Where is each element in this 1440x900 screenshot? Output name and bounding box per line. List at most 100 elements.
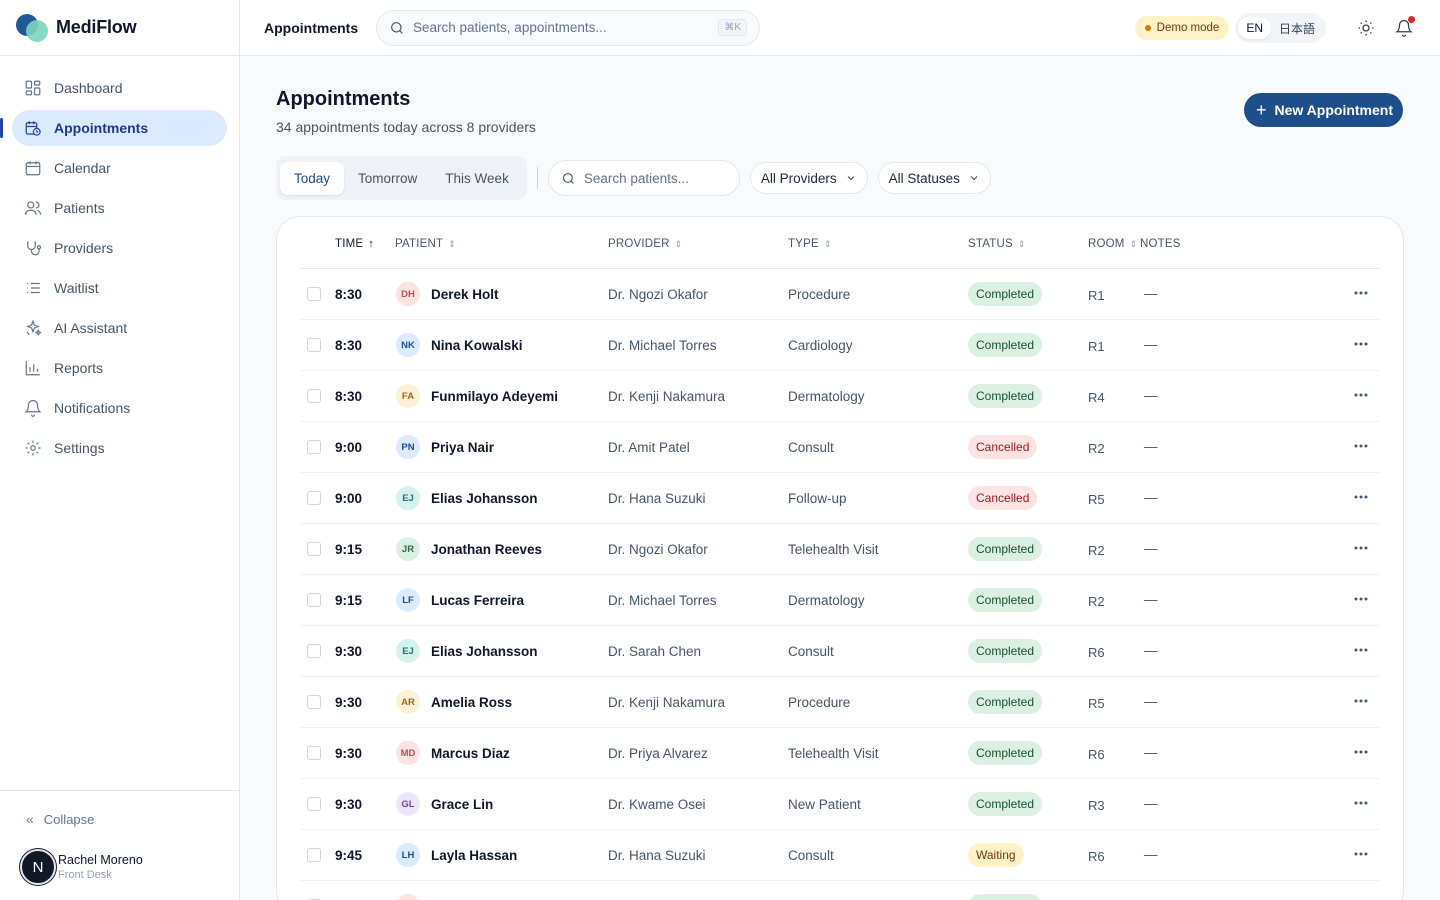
row-actions-button[interactable] [1351, 436, 1371, 456]
user-profile[interactable]: N Rachel Moreno Front Desk [0, 827, 239, 885]
column-header-time[interactable]: Time ↑ [335, 238, 374, 250]
tab-today[interactable]: Today [280, 161, 345, 195]
table-row[interactable]: 9:15 LF Lucas Ferreira Dr. Michael Torres De… [301, 575, 1379, 626]
notes-value: — [1144, 796, 1158, 811]
row-checkbox[interactable] [307, 440, 321, 454]
table-row[interactable]: 8:30 DH Derek Holt Dr. Ngozi Okafor Procedur… [301, 269, 1379, 320]
notes-value: — [1144, 388, 1158, 403]
provider-select[interactable]: All Providers [749, 162, 868, 194]
page-subtitle: 34 appointments today across 8 providers [276, 119, 536, 135]
column-header-type[interactable]: Type ⇕ [788, 238, 832, 250]
row-checkbox[interactable] [307, 287, 321, 301]
patient-name[interactable]: Grace Lin [431, 797, 493, 812]
row-checkbox[interactable] [307, 389, 321, 403]
sidebar-item-settings[interactable]: Settings [12, 430, 227, 466]
global-search-input[interactable]: Search patients, appointments... ⌘K [376, 9, 760, 46]
row-checkbox[interactable] [307, 542, 321, 556]
row-actions-button[interactable] [1351, 793, 1371, 813]
table-row[interactable]: 9:30 GL Grace Lin Dr. Kwame Osei New Patient… [301, 779, 1379, 830]
sidebar-item-appointments[interactable]: Appointments [0, 110, 227, 146]
table-row[interactable]: 9:30 AR Amelia Ross Dr. Kenji Nakamura Proce… [301, 677, 1379, 728]
status-badge: Completed [968, 639, 1043, 663]
row-checkbox[interactable] [307, 695, 321, 709]
row-checkbox[interactable] [307, 848, 321, 862]
row-actions-button[interactable] [1351, 334, 1371, 354]
row-checkbox[interactable] [307, 797, 321, 811]
row-checkbox[interactable] [307, 593, 321, 607]
notes-value: — [1144, 745, 1158, 760]
sidebar-nav: Dashboard Appointments Calendar Patients… [0, 56, 239, 466]
patient-name[interactable]: Elias Johansson [431, 491, 538, 506]
language-switch: EN 日本語 [1235, 13, 1326, 43]
table-row[interactable]: 9:30 MD Marcus Diaz Dr. Priya Alvarez Telehe… [301, 728, 1379, 779]
theme-toggle-button[interactable] [1354, 16, 1378, 40]
tab-this-week[interactable]: This Week [431, 162, 523, 195]
table-row[interactable]: 8:30 NK Nina Kowalski Dr. Michael Torres Car… [301, 320, 1379, 371]
lang-ja-button[interactable]: 日本語 [1271, 16, 1323, 41]
patient-name[interactable]: Priya Nair [431, 440, 494, 455]
status-badge: Completed [968, 741, 1043, 765]
tab-tomorrow[interactable]: Tomorrow [344, 162, 431, 195]
column-header-status[interactable]: Status ⇕ [968, 238, 1026, 250]
column-header-room[interactable]: Room ⇕ [1088, 238, 1137, 250]
row-checkbox[interactable] [307, 644, 321, 658]
table-row[interactable]: 9:15 JR Jonathan Reeves Dr. Ngozi Okafor Tel… [301, 524, 1379, 575]
patient-name[interactable]: Elias Johansson [431, 644, 538, 659]
table-row[interactable]: 9:00 PN Priya Nair Dr. Amit Patel Consult Can… [301, 422, 1379, 473]
row-actions-button[interactable] [1351, 589, 1371, 609]
main-content: Appointments 34 appointments today acros… [240, 56, 1440, 900]
sidebar-item-label: Patients [54, 200, 105, 216]
row-actions-button[interactable] [1351, 691, 1371, 711]
sidebar-item-providers[interactable]: Providers [12, 230, 227, 266]
appointment-type: Follow-up [788, 491, 847, 506]
column-header-provider[interactable]: Provider ⇕ [608, 238, 682, 250]
table-row[interactable]: 9:30 EJ Elias Johansson Dr. Sarah Chen Consu… [301, 626, 1379, 677]
row-checkbox[interactable] [307, 746, 321, 760]
row-actions-button[interactable] [1351, 385, 1371, 405]
collapse-button[interactable]: « Collapse [0, 791, 239, 827]
sidebar-item-notifications[interactable]: Notifications [12, 390, 227, 426]
sort-icon: ⇕ [1129, 238, 1138, 249]
room-number: R1 [1088, 288, 1105, 303]
sidebar-item-waitlist[interactable]: Waitlist [12, 270, 227, 306]
sidebar-item-patients[interactable]: Patients [12, 190, 227, 226]
plus-icon: + [1256, 100, 1267, 120]
sidebar-item-calendar[interactable]: Calendar [12, 150, 227, 186]
sidebar-item-label: Reports [54, 360, 104, 376]
appointment-time: 9:30 [335, 797, 363, 812]
patient-name[interactable]: Marcus Diaz [431, 746, 510, 761]
row-actions-button[interactable] [1351, 487, 1371, 507]
column-label: Patient [395, 238, 444, 250]
table-row[interactable]: 9:45 LH Layla Hassan Dr. Hana Suzuki Consult… [301, 830, 1379, 881]
patient-name[interactable]: Lucas Ferreira [431, 593, 524, 608]
row-actions-button[interactable] [1351, 538, 1371, 558]
sidebar-item-ai-assistant[interactable]: AI Assistant [12, 310, 227, 346]
patient-name[interactable]: Derek Holt [431, 287, 499, 302]
patient-name[interactable]: Funmilayo Adeyemi [431, 389, 558, 404]
row-checkbox[interactable] [307, 491, 321, 505]
new-appointment-button[interactable]: + New Appointment [1244, 93, 1403, 127]
column-header-patient[interactable]: Patient ⇕ [395, 238, 456, 250]
row-actions-button[interactable] [1351, 895, 1371, 900]
row-checkbox[interactable] [307, 338, 321, 352]
patient-name[interactable]: Layla Hassan [431, 848, 517, 863]
brand[interactable]: MediFlow [0, 0, 239, 56]
sidebar-item-reports[interactable]: Reports [12, 350, 227, 386]
table-row[interactable]: Completed [301, 881, 1379, 900]
notifications-button[interactable] [1392, 16, 1416, 40]
patient-name[interactable]: Amelia Ross [431, 695, 512, 710]
row-actions-button[interactable] [1351, 742, 1371, 762]
table-row[interactable]: 8:30 FA Funmilayo Adeyemi Dr. Kenji Nakamur… [301, 371, 1379, 422]
table-row[interactable]: 9:00 EJ Elias Johansson Dr. Hana Suzuki Foll… [301, 473, 1379, 524]
row-actions-button[interactable] [1351, 640, 1371, 660]
patient-name[interactable]: Nina Kowalski [431, 338, 523, 353]
lang-en-button[interactable]: EN [1238, 17, 1271, 39]
gear-icon [24, 439, 42, 457]
row-actions-button[interactable] [1351, 283, 1371, 303]
status-select[interactable]: All Statuses [877, 162, 991, 194]
patient-search-input[interactable]: Search patients... [547, 160, 740, 196]
row-actions-button[interactable] [1351, 844, 1371, 864]
sidebar-item-dashboard[interactable]: Dashboard [12, 70, 227, 106]
patient-avatar: EJ [396, 486, 420, 510]
patient-name[interactable]: Jonathan Reeves [431, 542, 542, 557]
